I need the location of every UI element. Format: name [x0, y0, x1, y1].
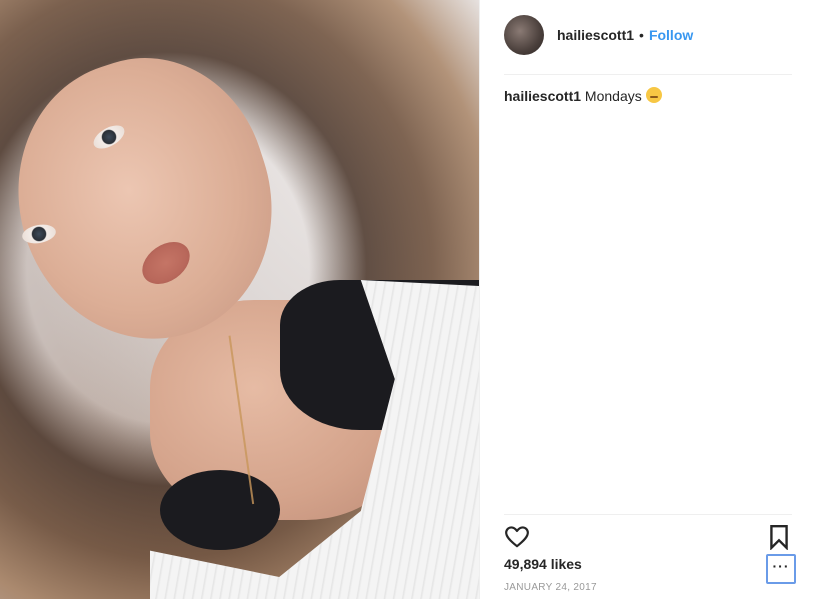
divider: [504, 74, 792, 75]
post-modal: hailiescott1 • Follow hailiescott1 Monda…: [0, 0, 819, 599]
caption: hailiescott1 Mondays: [504, 87, 792, 105]
heart-outline-icon: [505, 526, 529, 548]
post-photo[interactable]: [0, 0, 479, 599]
avatar[interactable]: [504, 15, 544, 55]
more-options-button[interactable]: ···: [766, 554, 796, 584]
post-date[interactable]: JANUARY 24, 2017: [504, 582, 597, 593]
more-options-icon: ···: [772, 558, 790, 574]
separator-dot: •: [639, 27, 644, 43]
bookmark-outline-icon: [770, 524, 788, 551]
header-username[interactable]: hailiescott1: [557, 27, 634, 43]
action-bar: [504, 524, 792, 552]
divider: [504, 514, 792, 515]
caption-text: Mondays: [584, 88, 642, 104]
sleeping-face-icon: [645, 87, 662, 103]
like-button[interactable]: [504, 524, 530, 550]
post-header: hailiescott1 • Follow: [504, 14, 792, 56]
save-button[interactable]: [768, 524, 790, 551]
post-sidebar: hailiescott1 • Follow hailiescott1 Monda…: [479, 0, 819, 599]
caption-username[interactable]: hailiescott1: [504, 88, 581, 104]
follow-button[interactable]: Follow: [649, 27, 693, 43]
likes-count[interactable]: 49,894 likes: [504, 556, 582, 572]
